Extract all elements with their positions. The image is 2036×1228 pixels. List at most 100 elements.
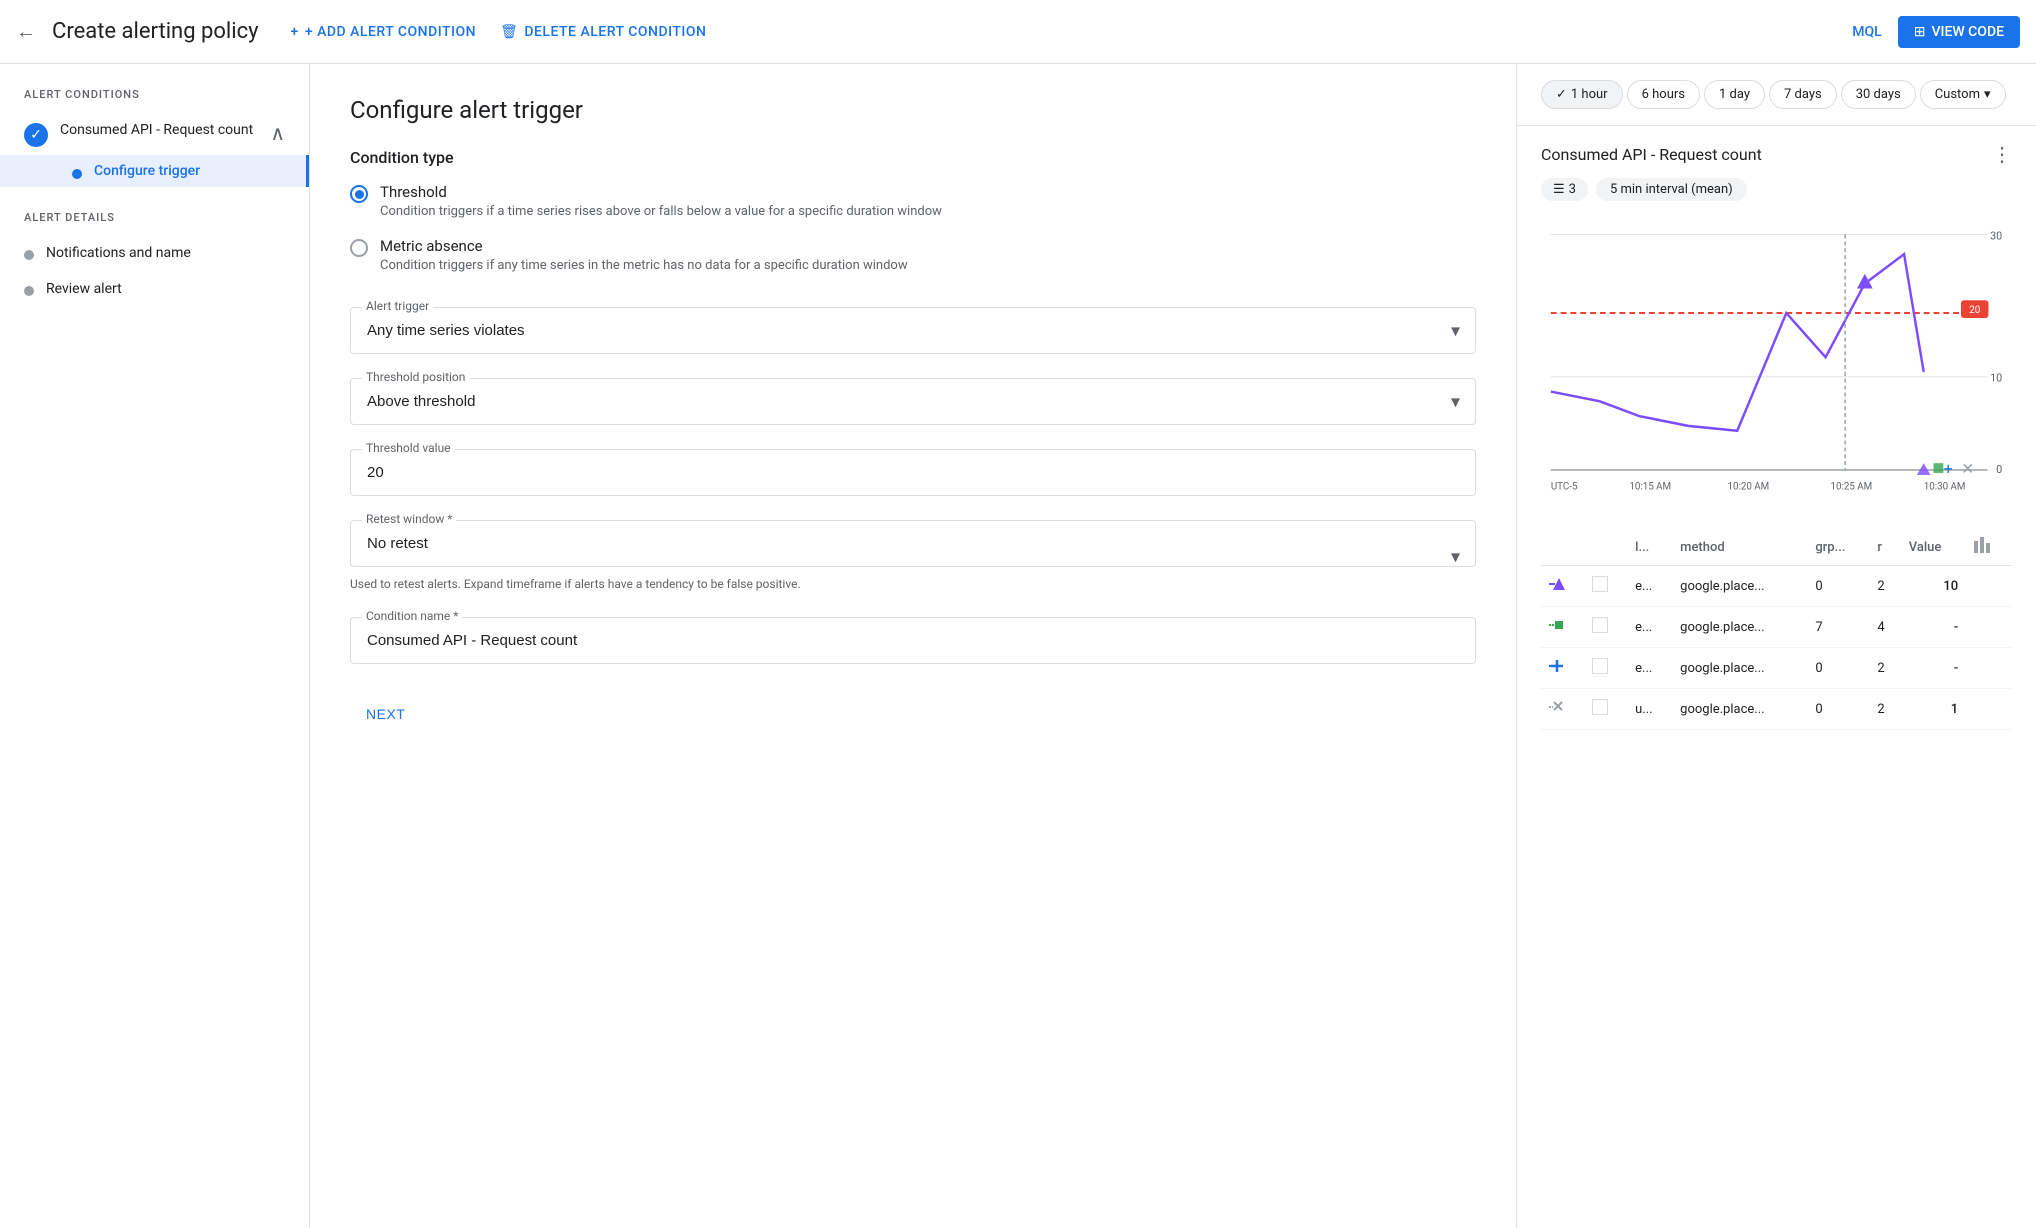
row-col2: google.place...: [1672, 648, 1807, 689]
col-check: [1584, 529, 1627, 566]
filter-button[interactable]: ☰ 3: [1541, 178, 1588, 201]
metric-absence-radio-button[interactable]: [350, 239, 368, 257]
row-col4: 4: [1869, 607, 1900, 648]
more-options-icon[interactable]: ⋮: [1992, 142, 2012, 166]
check-mark-icon: ✓: [1556, 87, 1567, 102]
expand-icon[interactable]: ∧: [270, 121, 285, 145]
metric-absence-radio-label: Metric absence: [380, 237, 908, 255]
svg-text:UTC-5: UTC-5: [1551, 482, 1578, 493]
svg-text:30: 30: [1990, 229, 2002, 242]
row-check-cell[interactable]: [1584, 648, 1627, 689]
time-button-30days[interactable]: 30 days: [1841, 80, 1916, 109]
row-symbol: [1541, 689, 1584, 730]
custom-label: Custom: [1935, 87, 1980, 102]
custom-time-button[interactable]: Custom ▾: [1920, 80, 2006, 109]
mql-button[interactable]: MQL: [1852, 24, 1881, 40]
row-symbol: [1541, 648, 1584, 689]
row-col3: 7: [1807, 607, 1869, 648]
row-check-cell[interactable]: [1584, 607, 1627, 648]
row-check-cell[interactable]: [1584, 689, 1627, 730]
alert-details-label: ALERT DETAILS: [0, 211, 309, 236]
row-col3: 0: [1807, 689, 1869, 730]
code-icon: ⊞: [1914, 24, 1926, 40]
col-r: r: [1869, 529, 1900, 566]
threshold-radio-button[interactable]: [350, 185, 368, 203]
retest-hint: Used to retest alerts. Expand timeframe …: [350, 575, 1476, 593]
review-label: Review alert: [46, 280, 122, 300]
page-title: Create alerting policy: [52, 19, 259, 44]
retest-window-select[interactable]: No retest: [350, 520, 1476, 567]
time-button-6hours[interactable]: 6 hours: [1627, 80, 1700, 109]
chart-controls: ☰ 3 5 min interval (mean): [1541, 178, 2012, 201]
row-check-cell[interactable]: [1584, 566, 1627, 607]
svg-text:+: +: [1944, 459, 1953, 478]
dot-icon-review: [24, 286, 34, 296]
threshold-position-label: Threshold position: [362, 370, 469, 384]
view-code-button[interactable]: ⊞ VIEW CODE: [1898, 16, 2020, 48]
alert-details-section: ALERT DETAILS Notifications and name Rev…: [0, 211, 309, 307]
delete-alert-condition-button[interactable]: 🗑 DELETE ALERT CONDITION: [500, 24, 706, 40]
svg-text:10:25 AM: 10:25 AM: [1830, 482, 1872, 493]
row-value: 1: [1901, 689, 1966, 730]
time-button-7days[interactable]: 7 days: [1769, 80, 1837, 109]
svg-text:20: 20: [1969, 305, 1980, 316]
filter-count: 3: [1569, 182, 1576, 197]
metric-absence-radio-option[interactable]: Metric absence Condition triggers if any…: [350, 237, 1476, 275]
back-button[interactable]: ←: [16, 19, 36, 44]
col-method: method: [1672, 529, 1807, 566]
row-col2: google.place...: [1672, 566, 1807, 607]
row-col4: 2: [1869, 689, 1900, 730]
alert-conditions-label: ALERT CONDITIONS: [0, 88, 309, 113]
layout: ALERT CONDITIONS ✓ Consumed API - Reques…: [0, 64, 2036, 1228]
table-row: e... google.place... 0 2 -: [1541, 648, 2012, 689]
svg-text:✕: ✕: [1961, 459, 1974, 478]
alert-trigger-select[interactable]: Any time series violates: [350, 307, 1476, 354]
threshold-value-input[interactable]: 20: [350, 449, 1476, 496]
topbar: ← Create alerting policy + + ADD ALERT C…: [0, 0, 2036, 64]
alert-trigger-field: Alert trigger Any time series violates ▾: [350, 307, 1476, 354]
col-symbol: [1541, 529, 1584, 566]
sidebar-item-notifications[interactable]: Notifications and name: [0, 236, 309, 272]
sidebar-item-review[interactable]: Review alert: [0, 272, 309, 308]
alert-trigger-label: Alert trigger: [362, 299, 433, 313]
interval-button[interactable]: 5 min interval (mean): [1596, 178, 1747, 201]
topbar-right: MQL ⊞ VIEW CODE: [1852, 16, 2020, 48]
col-l: l...: [1627, 529, 1672, 566]
time-button-1hour[interactable]: ✓ 1 hour: [1541, 80, 1623, 109]
sparkline-icon: [1974, 537, 1992, 553]
retest-window-field: Retest window * No retest ▾ Used to rete…: [350, 520, 1476, 593]
main-title: Configure alert trigger: [350, 96, 1476, 124]
chart-container: Consumed API - Request count ⋮ ☰ 3 5 min…: [1517, 126, 2036, 1228]
threshold-radio-option[interactable]: Threshold Condition triggers if a time s…: [350, 183, 1476, 221]
row-col1: e...: [1627, 607, 1672, 648]
threshold-position-select[interactable]: Above threshold: [350, 378, 1476, 425]
check-icon: ✓: [24, 123, 48, 147]
threshold-radio-label: Threshold: [380, 183, 942, 201]
threshold-value-field: Threshold value 20: [350, 449, 1476, 496]
row-col2: google.place...: [1672, 607, 1807, 648]
dot-icon-notifications: [24, 250, 34, 260]
sidebar-item-consumed-api[interactable]: ✓ Consumed API - Request count ∧: [0, 113, 309, 155]
row-symbol: [1541, 566, 1584, 607]
col-value: Value: [1901, 529, 1966, 566]
add-alert-condition-button[interactable]: + + ADD ALERT CONDITION: [291, 24, 477, 40]
row-symbol: [1541, 607, 1584, 648]
metric-absence-radio-desc: Condition triggers if any time series in…: [380, 257, 908, 275]
row-col2: google.place...: [1672, 689, 1807, 730]
row-col1: u...: [1627, 689, 1672, 730]
time-button-1day[interactable]: 1 day: [1704, 80, 1765, 109]
right-panel: ✓ 1 hour 6 hours 1 day 7 days 30 days Cu…: [1516, 64, 2036, 1228]
row-col3: 0: [1807, 566, 1869, 607]
table-row: e... google.place... 0 2 10: [1541, 566, 2012, 607]
sidebar-item-configure-trigger[interactable]: Configure trigger: [0, 155, 309, 187]
sidebar-item-consumed-api-text: Consumed API - Request count: [60, 121, 258, 141]
row-col1: e...: [1627, 566, 1672, 607]
topbar-actions: + + ADD ALERT CONDITION 🗑 DELETE ALERT C…: [291, 24, 707, 40]
col-chart: [1966, 529, 2012, 566]
row-value: 10: [1901, 566, 1966, 607]
condition-name-label: Condition name *: [362, 609, 462, 623]
condition-name-input[interactable]: [350, 617, 1476, 664]
svg-text:10:20 AM: 10:20 AM: [1727, 482, 1769, 493]
time-range-bar: ✓ 1 hour 6 hours 1 day 7 days 30 days Cu…: [1517, 64, 2036, 126]
next-button[interactable]: NEXT: [350, 696, 421, 732]
